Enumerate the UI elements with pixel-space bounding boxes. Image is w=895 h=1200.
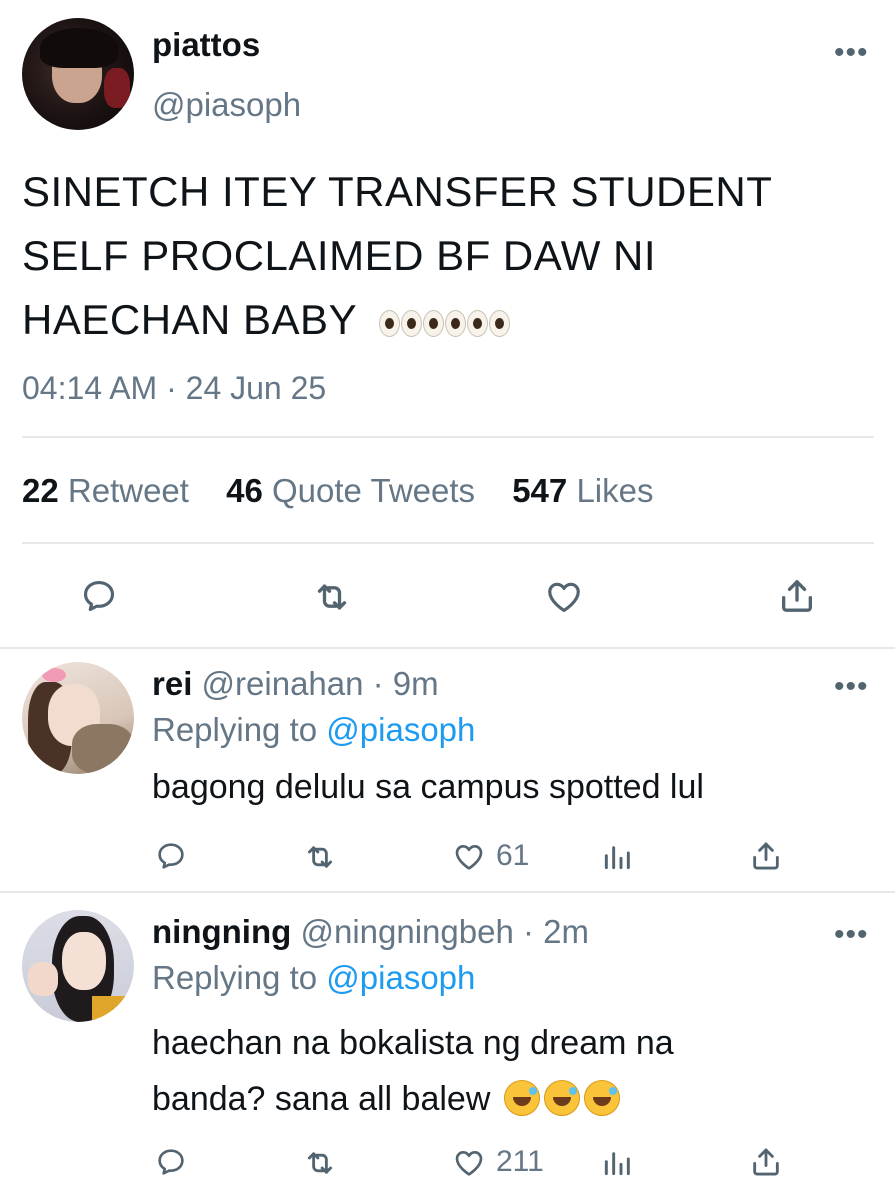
reply-text: bagong delulu sa campus spotted lul [152, 768, 704, 806]
share-icon[interactable] [777, 576, 817, 616]
like-count[interactable]: 61 [496, 839, 529, 873]
reply-avatar[interactable] [22, 910, 134, 1022]
tweet-text-line: SINETCH ITEY TRANSFER STUDENT [22, 168, 773, 215]
tweet-text: SINETCH ITEY TRANSFER STUDENT SELF PROCL… [22, 160, 772, 352]
more-options-icon[interactable]: ••• [834, 38, 869, 68]
like-icon[interactable] [543, 578, 585, 616]
replying-to: Replying to @piasoph [152, 959, 475, 997]
reply-meta[interactable]: @reinahan · 9m [202, 665, 439, 702]
author-display-name[interactable]: piattos [152, 26, 260, 64]
reply-icon[interactable] [80, 577, 118, 615]
reply-meta[interactable]: @ningningbeh · 2m [300, 913, 589, 950]
share-icon[interactable] [749, 839, 783, 873]
like-count[interactable]: 547 Likes [512, 472, 653, 509]
tweet-timestamp[interactable]: 04:14 AM · 24 Jun 25 [22, 370, 326, 407]
eyes-emoji [378, 296, 511, 343]
retweet-icon[interactable] [311, 577, 353, 617]
like-icon[interactable] [451, 841, 487, 873]
reply-text-line: haechan na bokalista ng dream na [152, 1024, 674, 1062]
divider [22, 436, 874, 438]
replying-to-link[interactable]: @piasoph [326, 711, 475, 748]
replying-to-label: Replying to [152, 711, 318, 748]
tweet-text-segment: HAECHAN BABY [22, 296, 357, 343]
more-options-icon[interactable]: ••• [834, 672, 869, 702]
retweet-icon[interactable] [302, 840, 338, 874]
rolling-laughing-emoji [500, 1080, 620, 1118]
replying-to-label: Replying to [152, 959, 318, 996]
author-avatar[interactable] [22, 18, 134, 130]
replying-to-link[interactable]: @piasoph [326, 959, 475, 996]
like-icon[interactable] [451, 1147, 487, 1179]
reply-display-name[interactable]: ningning [152, 913, 291, 950]
more-options-icon[interactable]: ••• [834, 920, 869, 950]
divider [22, 542, 874, 544]
reply-text-line: banda? sana all balew [152, 1071, 674, 1127]
author-handle[interactable]: @piasoph [152, 86, 301, 124]
replying-to: Replying to @piasoph [152, 711, 475, 749]
retweet-count[interactable]: 22 Retweet [22, 472, 198, 509]
like-count[interactable]: 211 [496, 1145, 544, 1179]
divider [0, 647, 895, 649]
reply-text-segment: banda? sana all balew [152, 1080, 491, 1118]
tweet-text-line: SELF PROCLAIMED BF DAW NI [22, 232, 657, 279]
analytics-icon[interactable] [601, 841, 633, 873]
reply-avatar[interactable] [22, 662, 134, 774]
share-icon[interactable] [749, 1145, 783, 1179]
tweet-text-line: HAECHAN BABY [22, 288, 772, 352]
reply-display-name[interactable]: rei [152, 665, 192, 702]
tweet-stats: 22 Retweet 46 Quote Tweets 547 Likes [22, 472, 653, 510]
quote-tweet-count[interactable]: 46 Quote Tweets [226, 472, 484, 509]
reply-header: rei @reinahan · 9m [152, 665, 439, 703]
reply-text: haechan na bokalista ng dream na banda? … [152, 1015, 674, 1127]
reply-icon[interactable] [155, 840, 187, 872]
reply-header: ningning @ningningbeh · 2m [152, 913, 589, 951]
divider [0, 891, 895, 893]
reply-icon[interactable] [155, 1146, 187, 1178]
retweet-icon[interactable] [302, 1146, 338, 1180]
analytics-icon[interactable] [601, 1147, 633, 1179]
